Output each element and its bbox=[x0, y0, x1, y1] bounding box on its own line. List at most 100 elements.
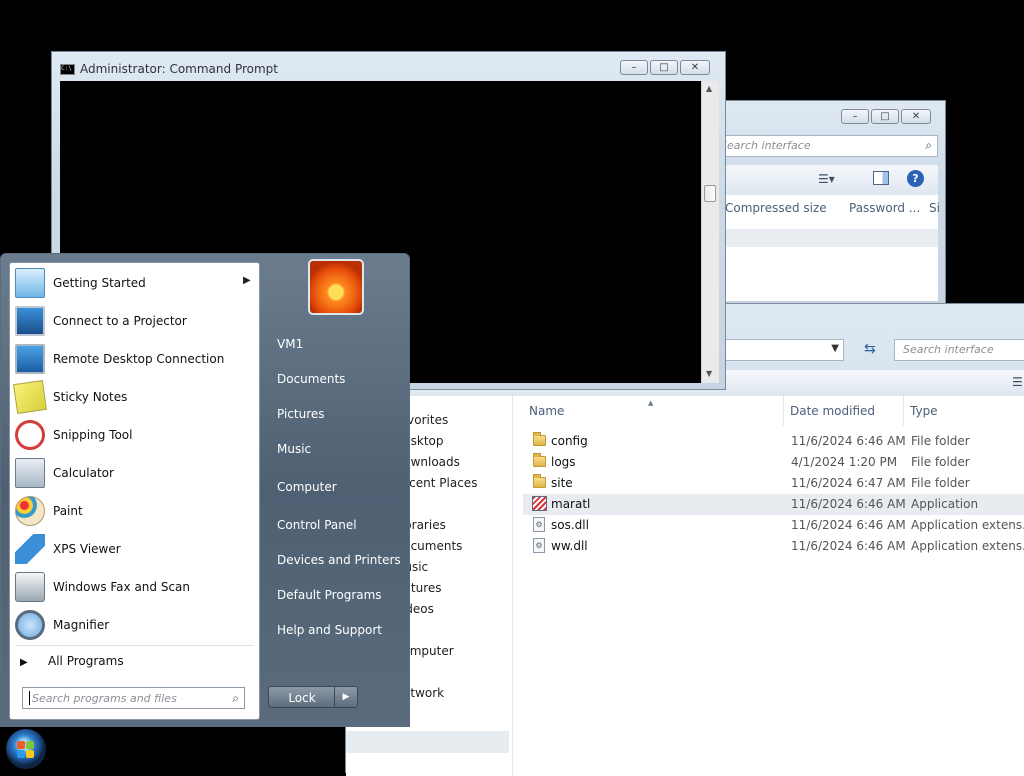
windows-logo-icon bbox=[26, 741, 34, 749]
power-options-arrow-icon[interactable]: ▶ bbox=[334, 687, 357, 707]
right-item-pictures[interactable]: Pictures bbox=[277, 407, 325, 421]
maximize-button[interactable]: □ bbox=[650, 60, 678, 75]
right-item-user[interactable]: VM1 bbox=[277, 337, 303, 351]
close-button[interactable]: ✕ bbox=[901, 109, 931, 124]
application-icon bbox=[532, 496, 547, 511]
program-label: Windows Fax and Scan bbox=[53, 580, 191, 594]
search-icon[interactable]: ⌕ bbox=[232, 691, 239, 706]
column-divider bbox=[903, 396, 904, 426]
program-connect-projector[interactable]: Connect to a Projector bbox=[11, 303, 258, 339]
projector-icon bbox=[15, 306, 45, 336]
right-item-control-panel[interactable]: Control Panel bbox=[277, 518, 357, 532]
column-divider bbox=[783, 396, 784, 426]
program-label: Magnifier bbox=[53, 618, 110, 632]
file-row-logs[interactable]: logs 4/1/2024 1:20 PM File folder bbox=[523, 452, 1024, 473]
program-label: Getting Started bbox=[53, 276, 146, 290]
column-header-row: Compressed size Password ... Si bbox=[711, 195, 940, 230]
file-type: Application extens... bbox=[911, 518, 1024, 532]
file-name: sos.dll bbox=[551, 518, 589, 532]
file-date: 11/6/2024 6:47 AM bbox=[791, 476, 906, 490]
program-calculator[interactable]: Calculator bbox=[11, 455, 258, 491]
xps-viewer-icon bbox=[15, 534, 45, 564]
file-name: maratl bbox=[551, 497, 591, 511]
scroll-thumb[interactable] bbox=[704, 185, 716, 202]
snipping-tool-icon bbox=[15, 420, 45, 450]
lock-label: Lock bbox=[288, 691, 316, 705]
column-date-modified[interactable]: Date modified bbox=[790, 404, 875, 418]
right-item-music[interactable]: Music bbox=[277, 442, 311, 456]
maximize-button[interactable]: □ bbox=[871, 109, 899, 124]
file-date: 4/1/2024 1:20 PM bbox=[791, 455, 898, 469]
search-placeholder: Search interface bbox=[903, 343, 994, 356]
right-item-devices-printers[interactable]: Devices and Printers bbox=[277, 553, 401, 567]
file-type: File folder bbox=[911, 455, 970, 469]
start-search-input[interactable]: Search programs and files ⌕ bbox=[22, 687, 245, 709]
program-remote-desktop[interactable]: Remote Desktop Connection bbox=[11, 341, 258, 377]
file-row-sos-dll[interactable]: ⚙ sos.dll 11/6/2024 6:46 AM Application … bbox=[523, 515, 1024, 536]
chevron-down-icon[interactable]: ▼ bbox=[831, 343, 839, 354]
right-item-documents[interactable]: Documents bbox=[277, 372, 345, 386]
file-row-maratl[interactable]: maratl 11/6/2024 6:46 AM Application bbox=[523, 494, 1024, 515]
all-programs-label: All Programs bbox=[48, 654, 124, 668]
program-paint[interactable]: Paint bbox=[11, 493, 258, 529]
text-cursor bbox=[29, 691, 30, 705]
search-input[interactable]: Search interface ⌕ bbox=[711, 135, 938, 157]
program-getting-started[interactable]: Getting Started ▶ bbox=[11, 265, 258, 301]
scroll-down-icon[interactable]: ▼ bbox=[706, 369, 712, 378]
lock-button[interactable]: Lock ▶ bbox=[268, 686, 358, 708]
minimize-button[interactable]: – bbox=[841, 109, 869, 124]
fax-scan-icon bbox=[15, 572, 45, 602]
column-compressed-size[interactable]: Compressed size bbox=[725, 201, 827, 215]
program-snipping-tool[interactable]: Snipping Tool bbox=[11, 417, 258, 453]
program-xps-viewer[interactable]: XPS Viewer bbox=[11, 531, 258, 567]
file-type: Application extens... bbox=[911, 539, 1024, 553]
program-sticky-notes[interactable]: Sticky Notes bbox=[11, 379, 258, 415]
right-item-help-support[interactable]: Help and Support bbox=[277, 623, 382, 637]
program-fax-scan[interactable]: Windows Fax and Scan bbox=[11, 569, 258, 605]
all-programs-button[interactable]: ▶ All Programs bbox=[20, 654, 124, 668]
right-item-computer[interactable]: Computer bbox=[277, 480, 337, 494]
user-avatar[interactable] bbox=[308, 259, 364, 315]
file-row-config[interactable]: config 11/6/2024 6:46 AM File folder bbox=[523, 431, 1024, 452]
windows-logo-icon bbox=[17, 750, 25, 758]
program-label: XPS Viewer bbox=[53, 542, 121, 556]
file-row-ww-dll[interactable]: ⚙ ww.dll 11/6/2024 6:46 AM Application e… bbox=[523, 536, 1024, 557]
column-password[interactable]: Password ... bbox=[849, 201, 920, 215]
magnifier-icon bbox=[15, 610, 45, 640]
command-bar: ☰▾ ? bbox=[711, 165, 938, 195]
refresh-icon[interactable]: ⇆ bbox=[864, 341, 876, 357]
vertical-scrollbar[interactable]: ▲ ▼ bbox=[701, 81, 719, 383]
expand-arrow-icon: ▶ bbox=[20, 657, 28, 668]
program-label: Remote Desktop Connection bbox=[53, 352, 225, 366]
view-options-icon[interactable]: ☰ bbox=[1012, 375, 1023, 389]
start-button[interactable] bbox=[6, 729, 46, 769]
file-name: config bbox=[551, 434, 588, 448]
right-item-default-programs[interactable]: Default Programs bbox=[277, 588, 382, 602]
file-date: 11/6/2024 6:46 AM bbox=[791, 539, 906, 553]
search-icon[interactable]: ⌕ bbox=[925, 138, 932, 153]
file-row-site[interactable]: site 11/6/2024 6:47 AM File folder bbox=[523, 473, 1024, 494]
help-icon[interactable]: ? bbox=[907, 170, 924, 187]
column-name[interactable]: Name bbox=[529, 404, 564, 418]
scroll-up-icon[interactable]: ▲ bbox=[706, 84, 712, 93]
file-name: ww.dll bbox=[551, 539, 588, 553]
window-controls: – □ ✕ bbox=[620, 60, 710, 75]
program-label: Snipping Tool bbox=[53, 428, 133, 442]
explorer-window-back[interactable]: – □ ✕ Search interface ⌕ ☰▾ ? Compressed… bbox=[700, 100, 946, 304]
search-input[interactable]: Search interface bbox=[894, 339, 1024, 361]
file-type: File folder bbox=[911, 434, 970, 448]
column-type[interactable]: Type bbox=[910, 404, 938, 418]
dll-file-icon: ⚙ bbox=[533, 538, 545, 553]
program-magnifier[interactable]: Magnifier bbox=[11, 607, 258, 643]
windows-logo-icon bbox=[26, 750, 34, 758]
address-bar[interactable]: ▼ bbox=[706, 339, 844, 361]
dll-file-icon: ⚙ bbox=[533, 517, 545, 532]
minimize-button[interactable]: – bbox=[620, 60, 648, 75]
start-menu: Getting Started ▶ Connect to a Projector… bbox=[0, 253, 410, 727]
file-list: ▲ Name Date modified Type config 11/6/20… bbox=[513, 396, 1024, 776]
close-button[interactable]: ✕ bbox=[680, 60, 710, 75]
file-name: logs bbox=[551, 455, 576, 469]
view-options-icon[interactable]: ☰▾ bbox=[818, 172, 835, 186]
preview-pane-icon[interactable] bbox=[873, 171, 889, 185]
column-size[interactable]: Si bbox=[929, 201, 940, 215]
